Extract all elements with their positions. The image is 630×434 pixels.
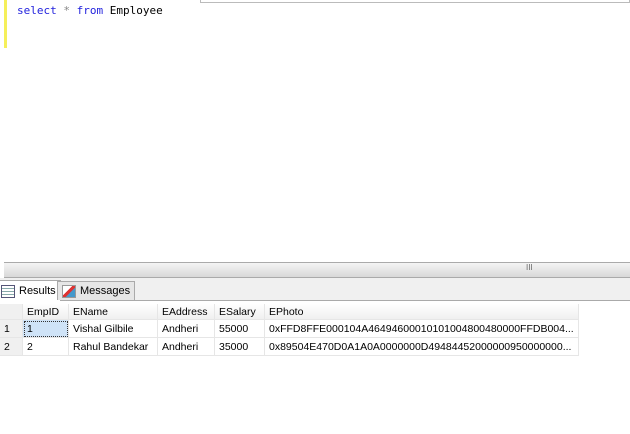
column-header[interactable]: ESalary [214,304,265,320]
cell[interactable]: 0x89504E470D0A1A0A0000000D49484452000000… [264,337,579,356]
scrollbar-grip[interactable]: III [526,263,533,272]
tab-label: Results [19,285,56,297]
table-name: Employee [109,4,163,17]
cell[interactable]: 55000 [214,319,265,338]
results-grid: EmpID EName EAddress ESalary EPhoto 1 1 … [0,304,579,356]
star-operator: * [63,4,70,17]
tab-results[interactable]: Results [0,280,61,301]
column-header[interactable]: EAddress [157,304,215,320]
column-header[interactable]: EmpID [22,304,69,320]
cell[interactable]: Rahul Bandekar [68,337,158,356]
results-tabstrip: Results Messages [0,278,630,301]
header-row: EmpID EName EAddress ESalary EPhoto [0,304,579,320]
toolbar-edge [200,0,630,3]
column-header[interactable]: EName [68,304,158,320]
sql-text[interactable]: select * from Employee [17,4,163,17]
horizontal-scrollbar[interactable]: III [4,262,630,278]
tab-messages[interactable]: Messages [57,281,136,300]
cell[interactable]: 35000 [214,337,265,356]
cell[interactable]: 2 [22,337,69,356]
change-marker [4,0,7,48]
tab-label: Messages [80,285,131,297]
messages-icon [62,284,76,298]
cell[interactable]: Andheri [157,337,215,356]
row-number[interactable]: 1 [0,319,23,338]
cell[interactable]: Andheri [157,319,215,338]
corner-cell[interactable] [0,304,23,320]
column-header[interactable]: EPhoto [264,304,579,320]
cell[interactable]: 0xFFD8FFE000104A464946000101010048004800… [264,319,579,338]
cell[interactable]: 1 [22,319,69,338]
keyword-from: from [76,4,104,17]
row-number[interactable]: 2 [0,337,23,356]
table-row[interactable]: 1 1 Vishal Gilbile Andheri 55000 0xFFD8F… [0,319,579,338]
grid-icon [1,284,15,298]
table-row[interactable]: 2 2 Rahul Bandekar Andheri 35000 0x89504… [0,337,579,356]
keyword-select: select [17,4,57,17]
query-editor[interactable]: select * from Employee [0,0,630,262]
cell[interactable]: Vishal Gilbile [68,319,158,338]
